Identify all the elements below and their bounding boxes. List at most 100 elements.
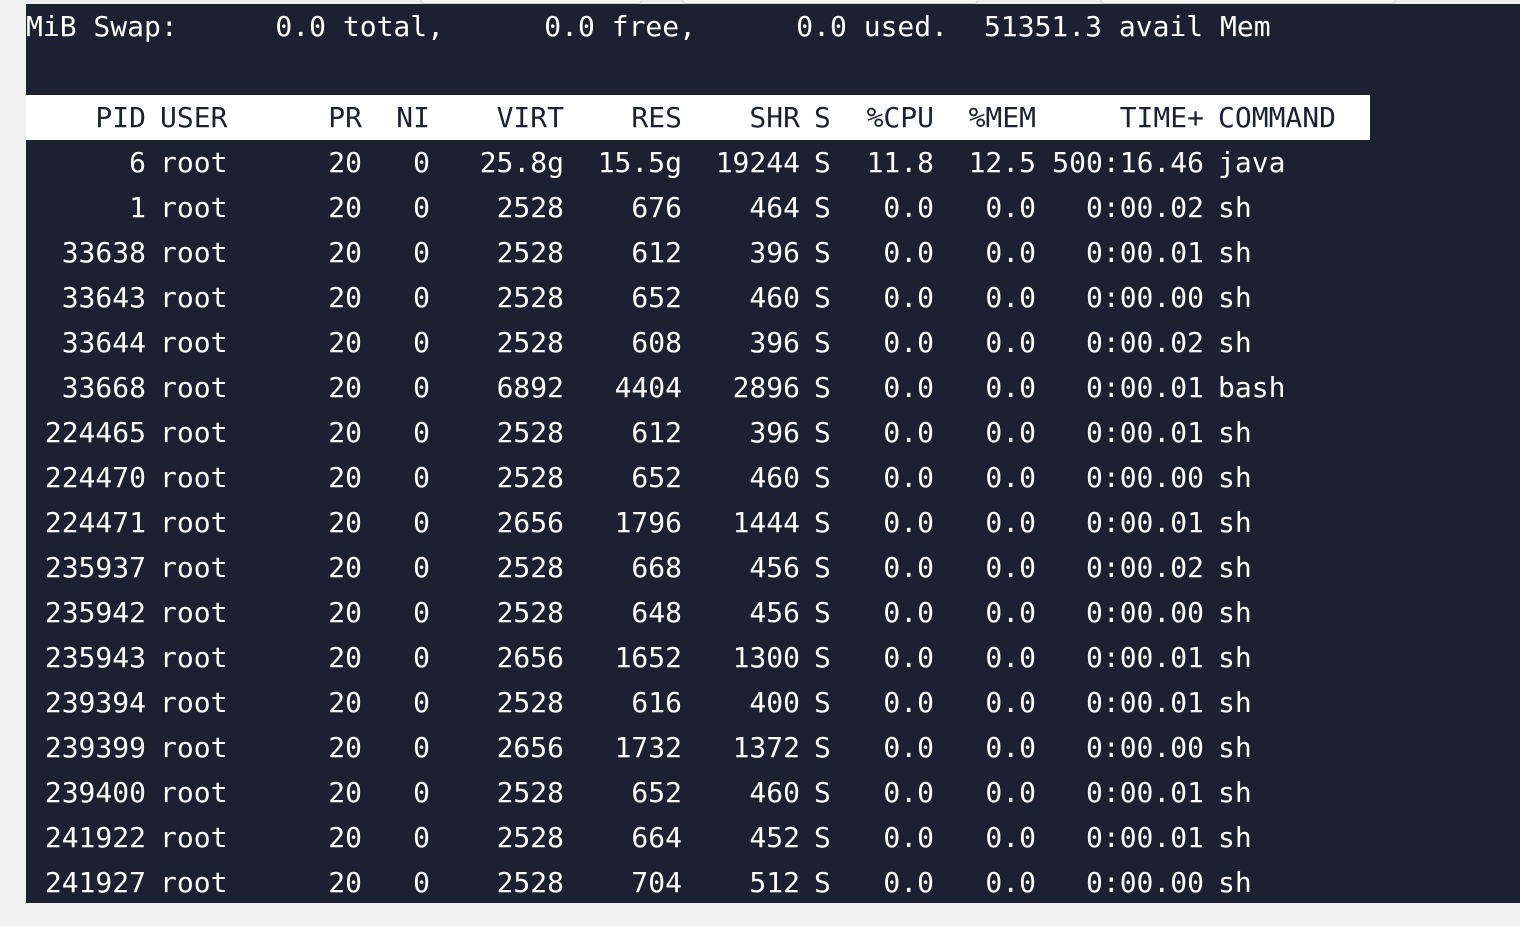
virt-cell: 2528 (496, 551, 564, 584)
virt-cell: 2528 (496, 686, 564, 719)
user-cell: root (160, 731, 228, 764)
command-cell: sh (1218, 821, 1252, 854)
res-cell: 612 (631, 236, 682, 269)
priority-cell: 20 (328, 326, 362, 359)
pid-cell: 33643 (61, 281, 146, 314)
command-cell: sh (1218, 416, 1252, 449)
process-row: 33644 root 20 0 2528 608 396 S 0.0 0.0 0… (26, 320, 1370, 365)
column-header-ni: NI (396, 101, 430, 134)
priority-cell: 20 (328, 551, 362, 584)
virt-cell: 2528 (496, 236, 564, 269)
nice-cell: 0 (413, 236, 430, 269)
nice-cell: 0 (413, 146, 430, 179)
user-cell: root (160, 281, 228, 314)
shr-cell: 396 (749, 326, 800, 359)
pid-cell: 239400 (44, 776, 146, 809)
virt-cell: 2528 (496, 416, 564, 449)
pid-cell: 235942 (44, 596, 146, 629)
user-cell: root (160, 551, 228, 584)
command-cell: sh (1218, 326, 1252, 359)
user-cell: root (160, 866, 228, 899)
swap-used: 0.0 used. (796, 10, 948, 43)
cpu-cell: 0.0 (883, 731, 934, 764)
shr-cell: 396 (749, 236, 800, 269)
res-cell: 4404 (614, 371, 682, 404)
command-cell: java (1218, 146, 1286, 179)
priority-cell: 20 (328, 461, 362, 494)
nice-cell: 0 (413, 866, 430, 899)
nice-cell: 0 (413, 506, 430, 539)
column-header-time: TIME+ (1119, 101, 1204, 134)
virt-cell: 2656 (496, 731, 564, 764)
process-row: 241922 root 20 0 2528 664 452 S 0.0 0.0 … (26, 815, 1370, 860)
time-cell: 0:00.00 (1085, 281, 1204, 314)
state-cell: S (814, 731, 831, 764)
user-cell: root (160, 236, 228, 269)
column-header-virt: VIRT (496, 101, 564, 134)
command-cell: sh (1218, 191, 1252, 224)
column-header-pr: PR (328, 101, 362, 134)
pid-cell: 1 (129, 191, 146, 224)
shr-cell: 1300 (732, 641, 800, 674)
res-cell: 15.5g (597, 146, 682, 179)
pid-cell: 241927 (44, 866, 146, 899)
shr-cell: 512 (749, 866, 800, 899)
res-cell: 652 (631, 281, 682, 314)
time-cell: 0:00.01 (1085, 506, 1204, 539)
process-row: 235937 root 20 0 2528 668 456 S 0.0 0.0 … (26, 545, 1370, 590)
process-row: 239394 root 20 0 2528 616 400 S 0.0 0.0 … (26, 680, 1370, 725)
user-cell: root (160, 371, 228, 404)
priority-cell: 20 (328, 416, 362, 449)
process-row: 33668 root 20 0 6892 4404 2896 S 0.0 0.0… (26, 365, 1370, 410)
time-cell: 0:00.02 (1085, 191, 1204, 224)
state-cell: S (814, 506, 831, 539)
pid-cell: 235943 (44, 641, 146, 674)
nice-cell: 0 (413, 776, 430, 809)
user-cell: root (160, 506, 228, 539)
process-row: 33638 root 20 0 2528 612 396 S 0.0 0.0 0… (26, 230, 1370, 275)
command-cell: sh (1218, 506, 1252, 539)
priority-cell: 20 (328, 686, 362, 719)
mem-cell: 0.0 (985, 236, 1036, 269)
process-row: 33643 root 20 0 2528 652 460 S 0.0 0.0 0… (26, 275, 1370, 320)
pid-cell: 33668 (61, 371, 146, 404)
priority-cell: 20 (328, 371, 362, 404)
pid-cell: 33638 (61, 236, 146, 269)
time-cell: 0:00.00 (1085, 461, 1204, 494)
mem-cell: 0.0 (985, 506, 1036, 539)
virt-cell: 2528 (496, 281, 564, 314)
state-cell: S (814, 641, 831, 674)
cpu-cell: 0.0 (883, 461, 934, 494)
priority-cell: 20 (328, 596, 362, 629)
terminal-window[interactable]: MiB Swap: 0.0 total, 0.0 free, 0.0 used.… (26, 0, 1520, 903)
time-cell: 0:00.01 (1085, 686, 1204, 719)
state-cell: S (814, 776, 831, 809)
virt-cell: 2656 (496, 506, 564, 539)
time-cell: 0:00.02 (1085, 551, 1204, 584)
res-cell: 1732 (614, 731, 682, 764)
process-row: 239399 root 20 0 2656 1732 1372 S 0.0 0.… (26, 725, 1370, 770)
virt-cell: 2528 (496, 191, 564, 224)
process-table-header: PID USER PR NI VIRT RES SHR S %CPU %MEM … (26, 95, 1370, 140)
nice-cell: 0 (413, 821, 430, 854)
virt-cell: 2528 (496, 776, 564, 809)
mem-cell: 0.0 (985, 326, 1036, 359)
virt-cell: 2528 (496, 461, 564, 494)
state-cell: S (814, 461, 831, 494)
pid-cell: 224470 (44, 461, 146, 494)
priority-cell: 20 (328, 506, 362, 539)
time-cell: 0:00.01 (1085, 236, 1204, 269)
nice-cell: 0 (413, 461, 430, 494)
priority-cell: 20 (328, 146, 362, 179)
swap-avail-mem: 51351.3 avail Mem (984, 10, 1271, 43)
process-row: 235943 root 20 0 2656 1652 1300 S 0.0 0.… (26, 635, 1370, 680)
cpu-cell: 11.8 (866, 146, 934, 179)
command-cell: sh (1218, 236, 1252, 269)
cpu-cell: 0.0 (883, 686, 934, 719)
column-header-res: RES (631, 101, 682, 134)
res-cell: 652 (631, 776, 682, 809)
column-header-command: COMMAND (1218, 101, 1337, 134)
res-cell: 704 (631, 866, 682, 899)
mem-cell: 0.0 (985, 551, 1036, 584)
virt-cell: 2528 (496, 596, 564, 629)
